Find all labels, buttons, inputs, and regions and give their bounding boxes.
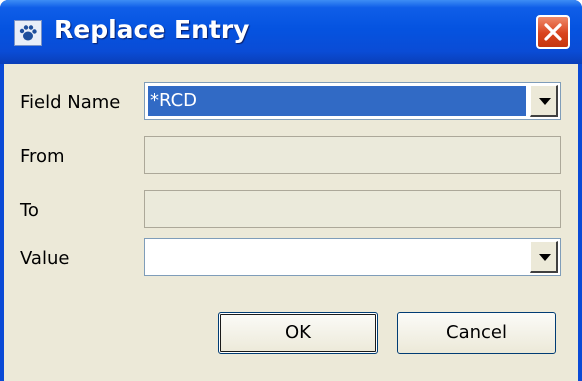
field-name-dropdown-button[interactable]: [530, 85, 558, 117]
value-dropdown-button[interactable]: [530, 241, 558, 273]
dialog-window: Replace Entry Field Name *RCD From To Va…: [0, 0, 582, 381]
close-icon: [544, 23, 562, 41]
value-label: Value: [20, 248, 70, 269]
dialog-app-icon: [14, 20, 42, 46]
cancel-button[interactable]: Cancel: [397, 312, 556, 354]
chevron-down-icon: [539, 98, 551, 105]
value-combobox[interactable]: [144, 238, 561, 276]
dialog-title: Replace Entry: [54, 15, 250, 44]
field-name-label: Field Name: [20, 92, 121, 113]
from-label: From: [20, 146, 65, 167]
title-bar[interactable]: Replace Entry: [0, 0, 582, 64]
close-button[interactable]: [536, 15, 570, 49]
from-field: [144, 136, 561, 174]
chevron-down-icon: [539, 254, 551, 261]
field-name-combobox[interactable]: *RCD: [144, 82, 561, 120]
to-label: To: [20, 200, 39, 221]
to-field: [144, 190, 561, 228]
field-name-selected-value: *RCD: [148, 86, 526, 116]
ok-button[interactable]: OK: [218, 312, 378, 354]
dialog-body: Field Name *RCD From To Value OK Cancel: [4, 64, 578, 381]
